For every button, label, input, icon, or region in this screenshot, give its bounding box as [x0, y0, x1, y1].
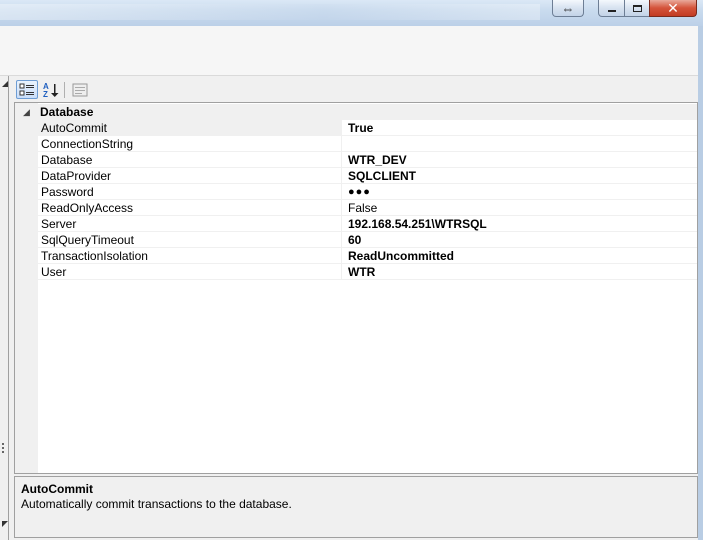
- property-value[interactable]: SQLCLIENT: [344, 168, 696, 184]
- property-row-dataprovider[interactable]: DataProvider SQLCLIENT: [38, 168, 697, 184]
- title-bar-blur: [0, 4, 540, 20]
- property-name[interactable]: AutoCommit: [38, 120, 342, 136]
- property-value[interactable]: WTR_DEV: [344, 152, 696, 168]
- resize-toggle-button[interactable]: ⇔: [552, 0, 584, 17]
- property-value[interactable]: ReadUncommitted: [344, 248, 696, 264]
- property-name[interactable]: SqlQueryTimeout: [38, 232, 342, 248]
- property-grid-toolbar: A Z: [12, 76, 698, 102]
- left-panel-scrollbar[interactable]: [0, 76, 9, 540]
- double-arrow-icon: ⇔: [561, 0, 575, 16]
- property-row-database[interactable]: Database WTR_DEV: [38, 152, 697, 168]
- property-pages-button[interactable]: [69, 80, 91, 99]
- description-text: Automatically commit transactions to the…: [21, 497, 292, 511]
- scroll-down-arrow-icon[interactable]: [1, 521, 9, 529]
- minimize-icon: [607, 10, 616, 12]
- property-name[interactable]: Database: [38, 152, 342, 168]
- svg-text:Z: Z: [43, 90, 48, 98]
- property-value[interactable]: [344, 136, 696, 152]
- property-row-readonlyaccess[interactable]: ReadOnlyAccess False: [38, 200, 697, 216]
- property-row-password[interactable]: Password ●●●: [38, 184, 697, 200]
- host-toolbar-area: [0, 26, 698, 76]
- property-name[interactable]: ConnectionString: [38, 136, 342, 152]
- sort-az-icon: A Z: [43, 82, 59, 98]
- property-grid-gutter: [15, 103, 38, 473]
- category-row-database[interactable]: ◢ Database: [15, 104, 697, 120]
- property-pages-icon: [72, 83, 88, 96]
- scroll-up-arrow-icon[interactable]: [1, 81, 9, 89]
- property-value[interactable]: ●●●: [344, 184, 696, 200]
- property-row-server[interactable]: Server 192.168.54.251\WTRSQL: [38, 216, 697, 232]
- close-button[interactable]: ✕: [649, 0, 697, 17]
- property-value[interactable]: WTR: [344, 264, 696, 280]
- close-icon: ✕: [667, 0, 679, 16]
- window-title-bar: ⇔ ✕: [0, 0, 703, 26]
- property-grid: A Z ◢ Database AutoCommit True ConnectionS…: [12, 76, 698, 538]
- property-row-sqlquerytimeout[interactable]: SqlQueryTimeout 60: [38, 232, 697, 248]
- maximize-icon: [632, 4, 642, 12]
- property-row-autocommit[interactable]: AutoCommit True: [38, 120, 697, 136]
- alphabetical-view-button[interactable]: A Z: [40, 80, 62, 99]
- property-value[interactable]: 60: [344, 232, 696, 248]
- maximize-button[interactable]: [624, 0, 650, 17]
- property-row-connectionstring[interactable]: ConnectionString: [38, 136, 697, 152]
- property-list: ◢ Database AutoCommit True ConnectionStrin…: [14, 102, 698, 474]
- property-row-transactionisolation[interactable]: TransactionIsolation ReadUncommitted: [38, 248, 697, 264]
- categorized-view-button[interactable]: [16, 80, 38, 99]
- property-name[interactable]: TransactionIsolation: [38, 248, 342, 264]
- minimize-button[interactable]: [598, 0, 625, 17]
- description-title: AutoCommit: [21, 482, 93, 496]
- property-value[interactable]: False: [344, 200, 696, 216]
- property-name[interactable]: Server: [38, 216, 342, 232]
- property-name[interactable]: DataProvider: [38, 168, 342, 184]
- grip-icon[interactable]: [2, 443, 6, 453]
- toolbar-separator: [64, 82, 65, 98]
- property-name[interactable]: ReadOnlyAccess: [38, 200, 342, 216]
- description-panel: AutoCommit Automatically commit transact…: [14, 476, 698, 538]
- property-row-user[interactable]: User WTR: [38, 264, 697, 280]
- categorized-icon: [19, 83, 34, 95]
- property-value[interactable]: 192.168.54.251\WTRSQL: [344, 216, 696, 232]
- window-frame-edge: [698, 26, 703, 540]
- property-name[interactable]: Password: [38, 184, 342, 200]
- property-name[interactable]: User: [38, 264, 342, 280]
- category-label: Database: [40, 105, 94, 119]
- property-value[interactable]: True: [344, 120, 696, 136]
- collapse-triangle-icon[interactable]: ◢: [23, 104, 30, 120]
